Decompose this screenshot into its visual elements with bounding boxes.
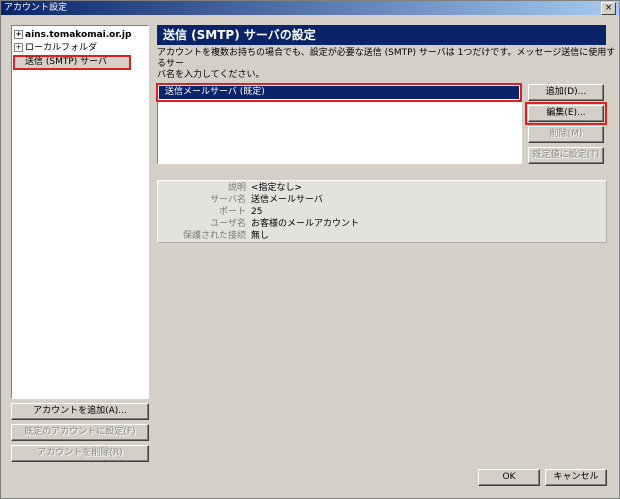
detail-value: 無し bbox=[251, 231, 270, 241]
tree-item-smtp-server[interactable]: 送信 (SMTP) サーバ bbox=[13, 55, 131, 70]
server-details: 説明 <指定なし> サーバ名 送信メールサーバ ポート 25 ユーザ名 お客様の… bbox=[157, 180, 607, 243]
title-bar: アカウント設定 × bbox=[1, 1, 619, 15]
tree-item-label: ローカルフォルダ bbox=[25, 43, 98, 53]
list-item[interactable]: 送信メールサーバ (既定) bbox=[156, 83, 522, 102]
detail-value: お客様のメールアカウント bbox=[251, 219, 360, 229]
close-icon: × bbox=[604, 3, 613, 13]
ok-button[interactable]: OK bbox=[478, 469, 540, 486]
page-title: 送信 (SMTP) サーバの設定 bbox=[157, 25, 606, 45]
edit-server-button[interactable]: 編集(E)... bbox=[525, 102, 607, 125]
window-title: アカウント設定 bbox=[4, 3, 68, 13]
tree-item-ains-account[interactable]: + ains.tomakomai.or.jp bbox=[14, 29, 131, 42]
detail-label: 保護された接続 bbox=[182, 231, 246, 241]
detail-label: ポート bbox=[218, 207, 246, 217]
detail-value: 25 bbox=[251, 207, 263, 217]
detail-label: サーバ名 bbox=[210, 195, 246, 205]
account-tree[interactable]: + ains.tomakomai.or.jp + ローカルフォルダ 送信 (SMTP… bbox=[11, 25, 149, 399]
detail-label: ユーザ名 bbox=[210, 219, 246, 229]
tree-item-label: 送信 (SMTP) サーバ bbox=[25, 57, 108, 67]
cancel-button[interactable]: キャンセル bbox=[545, 469, 607, 486]
account-settings-dialog: アカウント設定 × + ains.tomakomai.or.jp + ローカルフォル… bbox=[0, 0, 620, 499]
detail-value: <指定なし> bbox=[251, 183, 303, 193]
smtp-description: アカウントを複数お持ちの場合でも、設定が必要な送信 (SMTP) サーバは 1つ… bbox=[157, 48, 617, 81]
expand-icon[interactable]: + bbox=[14, 43, 23, 52]
expand-icon[interactable]: + bbox=[14, 30, 23, 39]
add-server-button[interactable]: 追加(D)... bbox=[528, 84, 604, 101]
description-line-1: アカウントを複数お持ちの場合でも、設定が必要な送信 (SMTP) サーバは 1つ… bbox=[157, 48, 616, 69]
set-default-server-button[interactable]: 既定値に設定(T) bbox=[528, 147, 604, 164]
delete-server-button[interactable]: 削除(M) bbox=[528, 126, 604, 143]
set-default-account-button[interactable]: 既定のアカウントに設定(F) bbox=[11, 424, 149, 441]
description-line-2: バ名を入力してください。 bbox=[157, 70, 265, 80]
tree-item-local-folders[interactable]: + ローカルフォルダ bbox=[14, 42, 97, 55]
smtp-server-list[interactable]: 送信メールサーバ (既定) bbox=[156, 83, 522, 164]
detail-value: 送信メールサーバ bbox=[251, 195, 323, 205]
add-account-button[interactable]: アカウントを追加(A)... bbox=[11, 403, 149, 420]
delete-account-button[interactable]: アカウントを削除(R) bbox=[11, 445, 149, 462]
tree-item-label: ains.tomakomai.or.jp bbox=[25, 30, 132, 40]
detail-label: 説明 bbox=[227, 183, 246, 193]
close-button[interactable]: × bbox=[601, 2, 616, 15]
